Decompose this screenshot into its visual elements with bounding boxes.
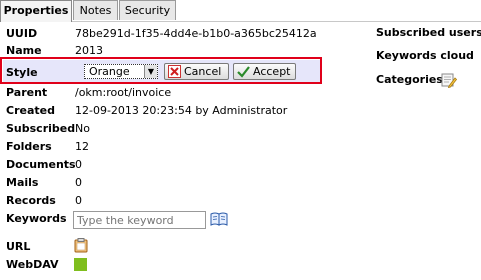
- book-icon[interactable]: [210, 212, 228, 226]
- tab-bar: Properties Notes Security: [0, 0, 481, 22]
- webdav-label: WebDAV: [6, 258, 59, 271]
- mails-value: 0: [75, 176, 82, 189]
- parent-value: /okm:root/invoice: [75, 86, 172, 99]
- chevron-down-icon[interactable]: ▼: [144, 65, 157, 78]
- categories-label: Categories: [376, 73, 443, 86]
- subscribed-label: Subscribed: [6, 122, 76, 135]
- green-square-icon[interactable]: [74, 258, 87, 271]
- tab-notes[interactable]: Notes: [73, 0, 118, 20]
- url-label: URL: [6, 240, 31, 253]
- accept-label: Accept: [253, 65, 291, 78]
- style-select[interactable]: Orange ▼: [84, 64, 158, 79]
- uuid-label: UUID: [6, 27, 38, 40]
- checkmark-icon: [237, 66, 250, 78]
- folders-label: Folders: [6, 140, 52, 153]
- subscribed-value: No: [75, 122, 90, 135]
- keywords-cloud-heading: Keywords cloud: [376, 49, 474, 62]
- name-value: 2013: [75, 44, 103, 57]
- cancel-button[interactable]: Cancel: [164, 63, 229, 80]
- records-label: Records: [6, 194, 56, 207]
- mails-label: Mails: [6, 176, 39, 189]
- accept-button[interactable]: Accept: [233, 63, 296, 80]
- documents-value: 0: [75, 158, 82, 171]
- uuid-value: 78be291d-1f35-4dd4e-b1b0-a365bc25412a: [75, 27, 317, 40]
- created-value: 12-09-2013 20:23:54 by Administrator: [75, 104, 288, 117]
- categories-heading: Categories: [376, 73, 443, 86]
- style-label: Style: [6, 66, 38, 79]
- records-value: 0: [75, 194, 82, 207]
- folder-edit-icon[interactable]: [441, 72, 457, 88]
- style-select-value: Orange: [89, 65, 130, 78]
- tab-properties[interactable]: Properties: [0, 0, 72, 22]
- subscribed-users-heading: Subscribed users: [376, 26, 481, 39]
- clipboard-icon[interactable]: [74, 238, 88, 253]
- parent-label: Parent: [6, 86, 48, 99]
- tab-security[interactable]: Security: [119, 0, 176, 20]
- created-label: Created: [6, 104, 55, 117]
- name-label: Name: [6, 44, 42, 57]
- x-icon: [168, 65, 181, 78]
- keywords-label: Keywords: [6, 212, 67, 225]
- folders-value: 12: [75, 140, 89, 153]
- documents-label: Documents: [6, 158, 76, 171]
- keyword-input[interactable]: [73, 211, 206, 229]
- cancel-label: Cancel: [184, 65, 222, 78]
